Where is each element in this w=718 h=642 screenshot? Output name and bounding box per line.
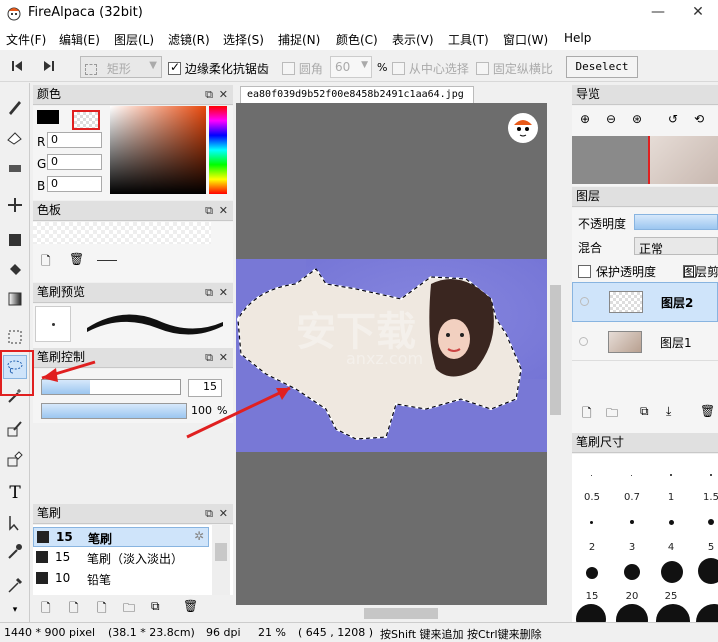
duplicate-layer-icon[interactable]: ⧉ xyxy=(640,404,649,419)
navigator-panel-header: 导览 xyxy=(572,85,718,105)
brush-size-dot[interactable] xyxy=(670,474,672,476)
brush-size-dot[interactable] xyxy=(631,475,632,476)
brush-size-label: 25 xyxy=(664,591,678,602)
layer-opacity-slider[interactable] xyxy=(634,214,718,230)
status-bar: 1440 * 900 pixel (38.1 * 23.8cm) 96 dpi … xyxy=(0,622,718,641)
blend-mode-label: 混合 xyxy=(578,241,603,255)
brush-size-label: 1.5 xyxy=(703,492,718,503)
layer-name: 图层2 xyxy=(661,296,694,310)
status-zoom: 21 % xyxy=(258,626,286,639)
brush-size-label: 20 xyxy=(625,591,639,602)
brush-size-label: 0.7 xyxy=(624,492,640,503)
status-dpi: 96 dpi xyxy=(206,626,241,639)
protect-alpha-checkbox[interactable] xyxy=(578,265,591,278)
brush-size-dot[interactable] xyxy=(710,474,712,476)
brush-size-label: 15 xyxy=(585,591,599,602)
brush-size-label: 2 xyxy=(588,542,596,553)
brush-size-dot[interactable] xyxy=(586,567,598,579)
layers-panel-title: 图层 xyxy=(576,189,601,203)
brush-size-dot[interactable] xyxy=(669,520,674,525)
brush-size-dot[interactable] xyxy=(591,475,592,476)
brush-size-dot[interactable] xyxy=(624,564,640,580)
brush-size-panel-header: 笔刷尺寸 xyxy=(572,433,718,453)
layer-thumbnail xyxy=(609,291,643,313)
eye-icon[interactable] xyxy=(579,337,588,346)
status-image-size: 1440 * 900 pixel xyxy=(4,626,96,639)
status-coords: ( 645 , 1208 ) xyxy=(298,626,374,639)
navigator-panel-title: 导览 xyxy=(576,87,601,101)
brush-size-dot[interactable] xyxy=(576,604,606,622)
layer-opacity-label: 不透明度 xyxy=(578,217,627,231)
status-cm-size: (38.1 * 23.8cm) xyxy=(108,626,195,639)
brush-size-label: 3 xyxy=(628,542,636,553)
zoom-in-icon[interactable]: ⊕ xyxy=(580,112,590,126)
brush-size-dot[interactable] xyxy=(708,519,714,525)
zoom-out-icon[interactable]: ⊖ xyxy=(606,112,616,126)
navigator-thumbnail[interactable] xyxy=(572,136,718,184)
delete-layer-icon[interactable]: 🗑 xyxy=(700,404,715,418)
navigator-panel-body: ⊕ ⊖ ⊛ ↺ ⟲ xyxy=(572,106,718,186)
new-folder-icon[interactable]: 🗀 xyxy=(606,404,618,425)
eye-icon[interactable] xyxy=(580,297,589,306)
protect-alpha-label: 保护透明度 xyxy=(596,265,657,279)
brush-size-dot[interactable] xyxy=(616,604,648,622)
layer-thumbnail xyxy=(608,331,642,353)
layer-name: 图层1 xyxy=(660,336,692,350)
brush-size-dot[interactable] xyxy=(630,520,634,524)
zoom-fit-icon[interactable]: ⊛ xyxy=(632,112,642,126)
brush-size-panel-title: 笔刷尺寸 xyxy=(576,435,625,449)
blend-mode-dropdown[interactable]: 正常 xyxy=(634,237,718,256)
brush-size-dot[interactable] xyxy=(656,604,690,622)
rotate-left-icon[interactable]: ↺ xyxy=(668,112,678,126)
clipping-label: 图层剪 xyxy=(683,265,718,279)
rotate-reset-icon[interactable]: ⟲ xyxy=(694,112,704,126)
brush-size-dot[interactable] xyxy=(696,604,718,622)
brush-size-grid: 0.5 0.7 1 1.5 2 3 4 5 15 20 25 xyxy=(572,454,718,622)
layer-row[interactable]: 图层2 xyxy=(572,282,718,322)
layer-row[interactable]: 图层1 xyxy=(572,323,718,361)
brush-size-label: 4 xyxy=(667,542,675,553)
brush-size-dot[interactable] xyxy=(661,561,683,583)
brush-size-label: 1 xyxy=(667,492,675,503)
brush-size-label: 0.5 xyxy=(584,492,600,503)
brush-size-label: 5 xyxy=(707,542,715,553)
layers-panel-body: 不透明度 混合 正常 保护透明度 图层剪 图层2 图层1 🗋 🗀 ⧉ ⤓ 🗑 xyxy=(572,208,718,433)
merge-layer-icon[interactable]: ⤓ xyxy=(666,404,671,419)
brush-size-dot[interactable] xyxy=(698,558,718,584)
brush-size-dot[interactable] xyxy=(590,521,593,524)
layers-panel-header: 图层 xyxy=(572,187,718,207)
new-layer-icon[interactable]: 🗋 xyxy=(582,404,592,425)
